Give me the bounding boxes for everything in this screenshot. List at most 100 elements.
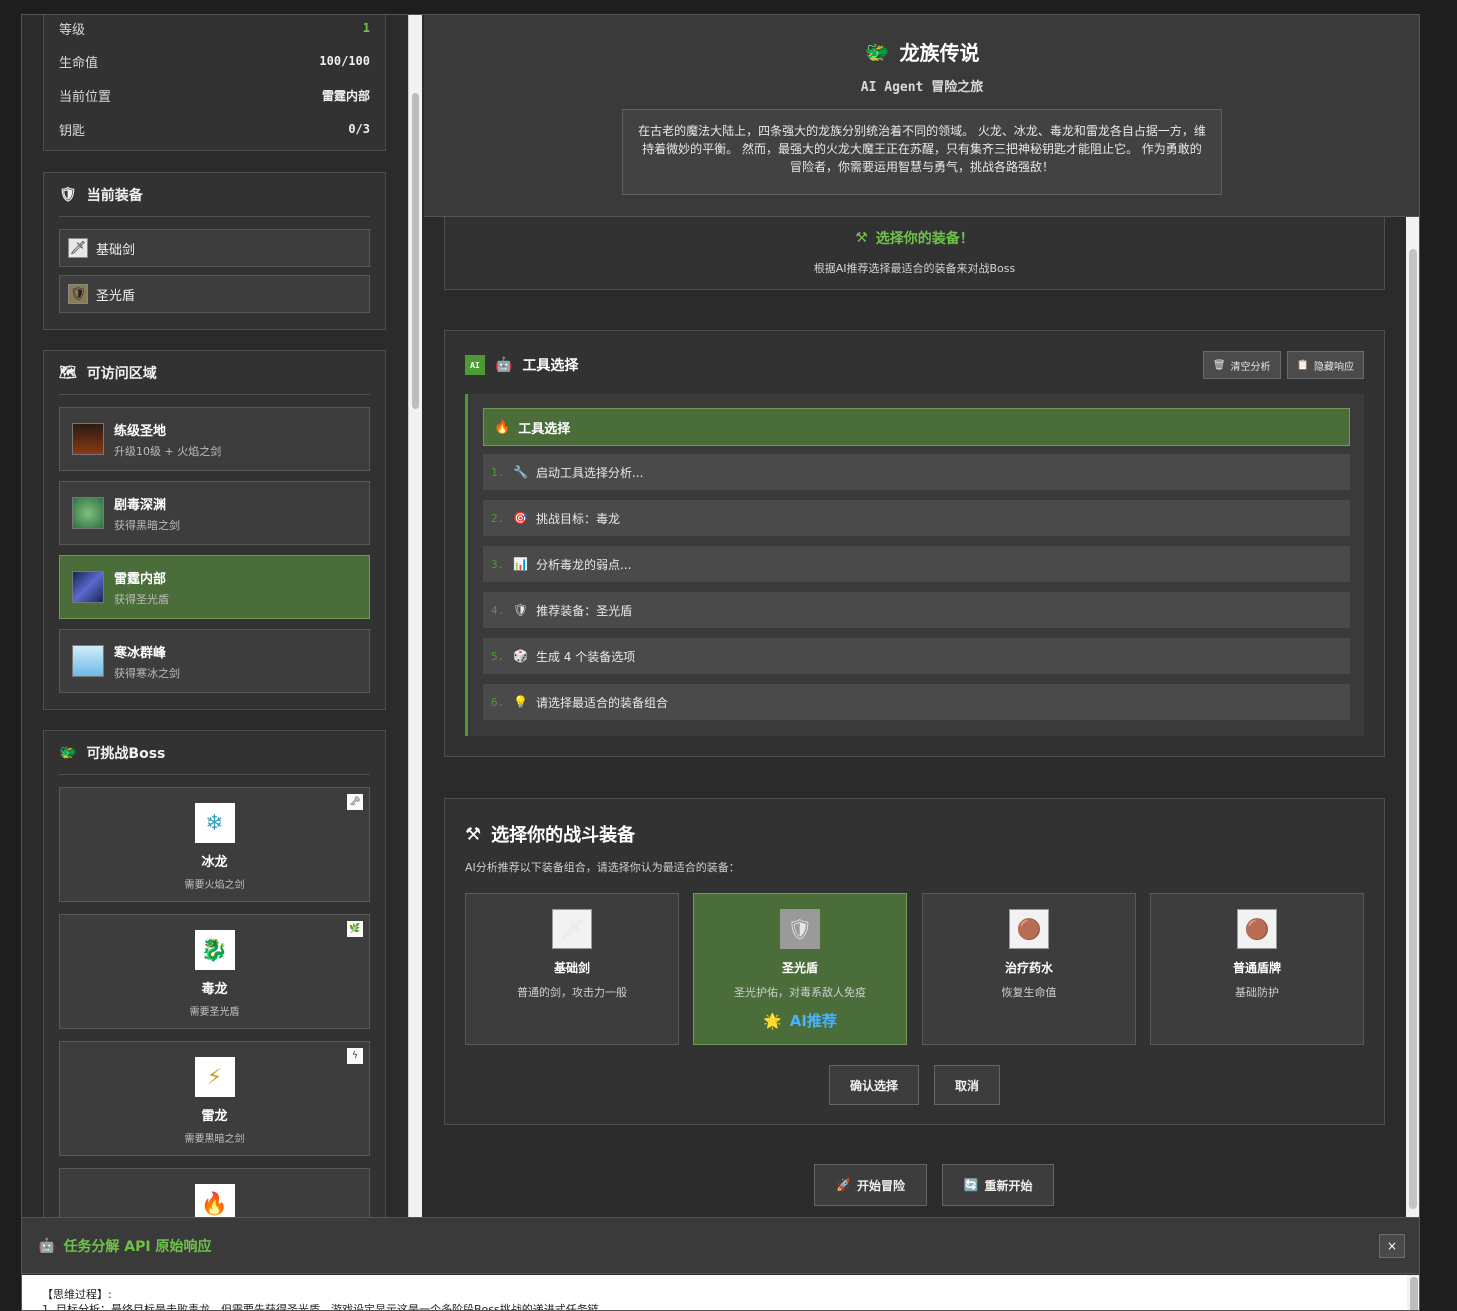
ai-badge: AI (465, 355, 485, 375)
area-item-ice[interactable]: 寒冰群峰 获得寒冰之剑 (59, 629, 370, 693)
round-shield-icon: 🟤 (1237, 909, 1277, 949)
button-label: 取消 (954, 1078, 979, 1093)
api-response-panel: 🤖 任务分解 API 原始响应 × 【思维过程】: 1. 目标分析：最终目标是击… (22, 1217, 1419, 1310)
boss-item-fire-dragon[interactable]: 🔥 (59, 1168, 370, 1217)
button-label: 开始冒险 (856, 1178, 905, 1193)
stat-level: 等级 1 (44, 15, 385, 44)
option-desc: 普通的剑，攻击力一般 (517, 986, 627, 999)
button-label: 确认选择 (849, 1078, 898, 1093)
area-thumbnail (72, 497, 104, 529)
clear-analysis-button[interactable]: 🗑 清空分析 (1202, 351, 1281, 379)
player-stats-panel: 等级 1 生命值 100/100 当前位置 雷霆内部 钥匙 0/3 (43, 15, 386, 151)
step-number: 6. (491, 695, 505, 709)
analysis-steps: 🔥 工具选择 1. 🔧 启动工具选择分析... 2. 🎯 挑战目标：毒龙 3. 📊 分析毒龙… (465, 394, 1364, 736)
sidebar-scrollbar-thumb[interactable] (412, 93, 419, 409)
areas-panel: 🗺 可访问区域 练级圣地 升级10级 + 火焰之剑 剧毒深渊 获得黑暗之剑 雷霆内部… (43, 350, 386, 710)
area-desc: 获得圣光盾 (114, 592, 169, 606)
area-name: 练级圣地 (114, 423, 167, 439)
stat-label: 钥匙 (59, 123, 86, 139)
story-text: 在古老的魔法大陆上，四条强大的龙族分别统治着不同的领域。 火龙、冰龙、毒龙和雷龙… (622, 109, 1222, 195)
stat-value: 1 (362, 21, 370, 35)
boss-requirement: 需要火焰之剑 (184, 880, 245, 891)
api-response-title: 任务分解 API 原始响应 (63, 1238, 212, 1255)
area-name: 剧毒深渊 (114, 497, 167, 513)
step-number: 2. (491, 511, 505, 525)
step-text: 启动工具选择分析... (535, 465, 644, 480)
step-header: 🔥 工具选择 (483, 408, 1350, 446)
equipment-panel: 🛡 当前装备 🗡 基础剑 🛡 圣光盾 (43, 172, 386, 330)
area-item-poison[interactable]: 剧毒深渊获得黑暗之剑 (59, 481, 370, 545)
shield-icon: 🛡 (59, 186, 77, 203)
cancel-button[interactable]: 取消 (934, 1065, 1000, 1105)
api-scrollbar-thumb[interactable] (1410, 1277, 1418, 1310)
tool-selection-header: AI 🤖 工具选择 (465, 355, 578, 375)
option-basic-sword[interactable]: 🗡 基础剑 普通的剑，攻击力一般 (465, 893, 679, 1045)
boss-item-thunder-dragon[interactable]: ϟ ⚡ 雷龙 需要黑暗之剑 (59, 1041, 370, 1156)
equipment-item-shield[interactable]: 🛡 圣光盾 (59, 275, 370, 313)
step-text: 分析毒龙的弱点... (535, 557, 632, 572)
option-name: 治疗药水 (1004, 961, 1053, 975)
fire-dragon-icon: 🔥 (194, 1184, 235, 1217)
step-item: 2. 🎯 挑战目标：毒龙 (483, 500, 1350, 536)
area-desc: 获得黑暗之剑 (114, 518, 180, 532)
battle-subtitle: AI分析推荐以下装备组合，请选择你认为最适合的装备： (465, 861, 740, 874)
dice-icon: 🎲 (513, 649, 528, 663)
wrench-icon: 🔧 (513, 465, 528, 479)
target-icon: 🎯 (513, 511, 528, 525)
step-item: 1. 🔧 启动工具选择分析... (483, 454, 1350, 490)
areas-title-text: 可访问区域 (86, 365, 157, 382)
step-text: 挑战目标：毒龙 (535, 511, 620, 526)
step-item: 4. 🛡 推荐装备：圣光盾 (483, 592, 1350, 628)
equipment-item-sword[interactable]: 🗡 基础剑 (59, 229, 370, 267)
area-item-training[interactable]: 练级圣地 升级10级 + 火焰之剑 (59, 407, 370, 471)
area-name: 寒冰群峰 (114, 645, 167, 661)
restart-button[interactable]: 🔄 重新开始 (942, 1164, 1054, 1206)
main-scrollbar-thumb[interactable] (1409, 249, 1417, 1209)
equipment-item-label: 基础剑 (96, 242, 136, 258)
boss-name: 毒龙 (201, 982, 228, 997)
api-scrollbar[interactable] (1407, 1275, 1419, 1310)
option-normal-shield[interactable]: 🟤 普通盾牌 基础防护 (1150, 893, 1364, 1045)
area-item-thunder[interactable]: 雷霆内部 获得圣光盾 (59, 555, 370, 619)
option-healing-potion[interactable]: 🟤 治疗药水 恢复生命值 (922, 893, 1136, 1045)
hide-response-button[interactable]: 📋 隐藏响应 (1286, 351, 1364, 379)
lightning-icon: ϟ (347, 1048, 363, 1064)
ai-recommend-badge: 🌟 AI推荐 (694, 1010, 906, 1031)
stat-label: 生命值 (59, 55, 99, 71)
option-desc: 基础防护 (1235, 986, 1279, 999)
boss-name: 雷龙 (201, 1109, 228, 1124)
boss-item-ice-dragon[interactable]: 🗝 ❄ 冰龙 需要火焰之剑 (59, 787, 370, 902)
shield-icon: 🛡 (68, 284, 88, 304)
close-button[interactable]: × (1379, 1234, 1405, 1258)
option-holy-shield[interactable]: 🛡 圣光盾 圣光护佑，对毒系敌人免疫 🌟 AI推荐 (693, 893, 907, 1045)
refresh-icon: 🔄 (963, 1178, 979, 1192)
bosses-panel: 🐲 可挑战Boss 🗝 ❄ 冰龙 需要火焰之剑 🌿 🐉 毒龙 需要圣光盾 ϟ ⚡… (43, 730, 386, 1217)
main-scrollbar[interactable] (1406, 217, 1419, 1217)
equipment-hint-card: ⚒ 选择你的装备！ 根据AI推荐选择最适合的装备来对战Boss (444, 217, 1385, 290)
game-subtitle: AI Agent 冒险之旅 (860, 80, 984, 95)
potion-icon: 🟤 (1009, 909, 1049, 949)
key-icon: 🗝 (347, 794, 363, 810)
boss-requirement: 需要黑暗之剑 (184, 1134, 245, 1145)
game-title-text: 龙族传说 (899, 41, 980, 65)
sidebar-scrollbar[interactable] (408, 15, 422, 1217)
equipment-hint-title: ⚒ 选择你的装备！ (445, 228, 1384, 248)
stat-value: 100/100 (319, 54, 370, 68)
trash-icon: 🗑 (1212, 359, 1226, 371)
battle-title-text: 选择你的战斗装备 (491, 825, 636, 846)
stat-location: 当前位置 雷霆内部 (44, 78, 385, 112)
step-item: 6. 💡 请选择最适合的装备组合 (483, 684, 1350, 720)
start-adventure-button[interactable]: 🚀 开始冒险 (814, 1164, 927, 1206)
step-number: 5. (491, 649, 505, 663)
hammer-pick-icon: ⚒ (465, 823, 482, 845)
stat-value: 雷霆内部 (321, 88, 370, 103)
confirm-button[interactable]: 确认选择 (829, 1065, 919, 1105)
step-text: 请选择最适合的装备组合 (535, 695, 668, 710)
step-text: 生成 4 个装备选项 (535, 649, 636, 664)
stat-label: 等级 (59, 22, 86, 38)
api-response-header: 🤖 任务分解 API 原始响应 (22, 1218, 1419, 1274)
game-title: 🐲 龙族传说 (424, 37, 1419, 66)
star-icon: 🌟 (763, 1011, 782, 1030)
area-thumbnail (72, 423, 104, 455)
boss-item-poison-dragon[interactable]: 🌿 🐉 毒龙 需要圣光盾 (59, 914, 370, 1029)
